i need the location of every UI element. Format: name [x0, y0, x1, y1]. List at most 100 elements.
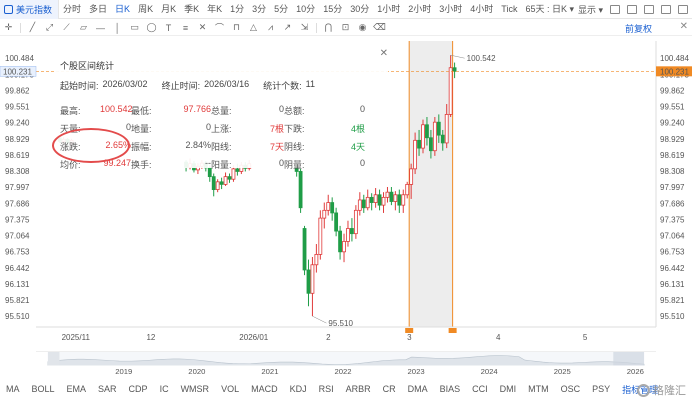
- candle-body[interactable]: [322, 209, 327, 219]
- lock-icon[interactable]: ⊡: [337, 20, 354, 36]
- magnet-icon[interactable]: ⋂: [320, 20, 337, 36]
- channel-tool-icon[interactable]: ▱: [75, 20, 92, 36]
- popout-icon[interactable]: [678, 5, 688, 14]
- candle-body[interactable]: [342, 241, 346, 253]
- candle-body[interactable]: [302, 228, 307, 271]
- candle-body[interactable]: [425, 124, 429, 139]
- candle-body[interactable]: [373, 194, 378, 203]
- symbol-selector[interactable]: 美元指数: [0, 0, 60, 19]
- indicator-tab[interactable]: KDJ: [284, 384, 313, 394]
- indicator-tab[interactable]: MACD: [245, 384, 284, 394]
- candle-body[interactable]: [219, 181, 224, 185]
- period-tab[interactable]: 5分: [270, 0, 292, 19]
- indicator-tab[interactable]: WMSR: [175, 384, 216, 394]
- period-tab[interactable]: 65天 : 日K ▾: [521, 0, 578, 19]
- range-stats-icon[interactable]: ⇲: [296, 20, 313, 36]
- gann-icon[interactable]: ✕: [194, 20, 211, 36]
- candle-body[interactable]: [223, 176, 228, 185]
- candle-body[interactable]: [215, 181, 220, 190]
- period-tab[interactable]: 15分: [319, 0, 346, 19]
- extend-line-icon[interactable]: ⟋: [58, 20, 75, 36]
- candle-body[interactable]: [314, 254, 319, 266]
- indicator-tab[interactable]: RSI: [313, 384, 340, 394]
- indicator-tab[interactable]: DMI: [494, 384, 523, 394]
- fullscreen-icon[interactable]: [661, 5, 671, 14]
- candle-body[interactable]: [330, 202, 335, 214]
- arrow-tool-icon[interactable]: ↗: [279, 20, 296, 36]
- time-navigator[interactable]: 2019 2020 2021 2022 2023 2024 2025 2026: [36, 351, 656, 377]
- candle-body[interactable]: [306, 269, 311, 294]
- indicator-tab[interactable]: CR: [377, 384, 402, 394]
- crosshair-icon[interactable]: ✛: [0, 20, 17, 36]
- indicator-tab[interactable]: PSY: [586, 384, 616, 394]
- display-dropdown[interactable]: 显示 ▾: [578, 3, 603, 16]
- candle-body[interactable]: [369, 196, 374, 203]
- period-tab[interactable]: 3小时: [435, 0, 466, 19]
- settings-icon[interactable]: [610, 5, 620, 14]
- indicator-tab[interactable]: CDP: [123, 384, 154, 394]
- indicator-tab[interactable]: ARBR: [340, 384, 377, 394]
- period-tab[interactable]: 30分: [346, 0, 373, 19]
- candle-body[interactable]: [444, 114, 449, 144]
- candle-body[interactable]: [350, 228, 354, 235]
- candle-body[interactable]: [326, 202, 331, 211]
- candle-body[interactable]: [421, 124, 425, 149]
- period-tab[interactable]: 季K: [180, 0, 203, 19]
- indicator-tab[interactable]: BIAS: [434, 384, 467, 394]
- navigator-left-handle[interactable]: [47, 352, 60, 366]
- candle-body[interactable]: [381, 196, 386, 206]
- period-tab[interactable]: 周K: [134, 0, 157, 19]
- indicator-tab[interactable]: IC: [154, 384, 175, 394]
- ray-tool-icon[interactable]: ⤢: [41, 20, 58, 36]
- delete-icon[interactable]: ⌫: [371, 20, 388, 36]
- candle-body[interactable]: [440, 134, 445, 144]
- period-tab[interactable]: 10分: [292, 0, 319, 19]
- indicator-tab[interactable]: MTM: [522, 384, 555, 394]
- line-tool-icon[interactable]: ╱: [24, 20, 41, 36]
- candle-body[interactable]: [405, 184, 410, 196]
- indicator-tab[interactable]: OSC: [555, 384, 587, 394]
- stats-close-icon[interactable]: ✕: [380, 48, 388, 59]
- candle-body[interactable]: [338, 230, 342, 253]
- candle-body[interactable]: [298, 171, 303, 209]
- indicator-tab[interactable]: BOLL: [26, 384, 61, 394]
- indicator-tab[interactable]: EMA: [61, 384, 93, 394]
- triangle-tool-icon[interactable]: △: [245, 20, 262, 36]
- candle-body[interactable]: [385, 191, 390, 198]
- indicator-tab[interactable]: VOL: [215, 384, 245, 394]
- indicator-tab[interactable]: SAR: [92, 384, 123, 394]
- period-tool-icon[interactable]: ⊓: [228, 20, 245, 36]
- period-tab[interactable]: 3分: [248, 0, 270, 19]
- candle-body[interactable]: [346, 228, 350, 242]
- zigzag-tool-icon[interactable]: ⩘: [262, 20, 279, 36]
- navigator-window[interactable]: [613, 352, 645, 366]
- ellipse-tool-icon[interactable]: ◯: [143, 20, 160, 36]
- candle-body[interactable]: [334, 212, 339, 232]
- candle-body[interactable]: [389, 191, 394, 202]
- candle-body[interactable]: [413, 139, 418, 170]
- period-tab[interactable]: 4小时: [466, 0, 497, 19]
- selection-band[interactable]: [409, 41, 453, 327]
- indicator-tab[interactable]: MA: [0, 384, 26, 394]
- period-tab[interactable]: 2小时: [404, 0, 435, 19]
- period-tab[interactable]: Tick: [497, 0, 521, 19]
- candle-body[interactable]: [436, 121, 441, 136]
- candle-body[interactable]: [377, 194, 382, 206]
- fibonacci-icon[interactable]: ≡: [177, 20, 194, 36]
- candle-body[interactable]: [393, 194, 398, 202]
- period-tab[interactable]: 日K: [111, 0, 134, 19]
- candle-body[interactable]: [417, 139, 421, 149]
- period-tab[interactable]: 1分: [226, 0, 248, 19]
- candle-body[interactable]: [401, 194, 406, 206]
- horizontal-line-icon[interactable]: —: [92, 20, 109, 36]
- period-tab[interactable]: 月K: [157, 0, 180, 19]
- selection-handle[interactable]: [448, 328, 457, 333]
- camera-icon[interactable]: [644, 5, 654, 14]
- candle-body[interactable]: [397, 194, 402, 206]
- close-icon[interactable]: ✕: [680, 21, 688, 32]
- period-tab[interactable]: 分时: [59, 0, 85, 19]
- layout-icon[interactable]: [627, 5, 637, 14]
- candle-body[interactable]: [452, 67, 457, 72]
- candle-body[interactable]: [227, 176, 232, 180]
- candle-body[interactable]: [448, 67, 453, 115]
